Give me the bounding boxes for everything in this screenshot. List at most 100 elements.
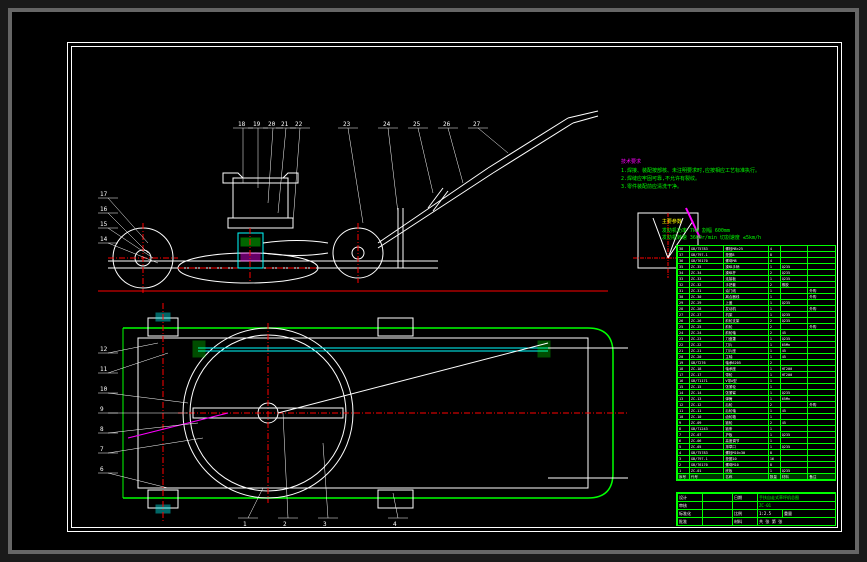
bom-cell: 1 — [768, 414, 780, 419]
bom-cell: 25 — [677, 324, 689, 329]
bom-cell: 1 — [768, 384, 780, 389]
bom-cell: 底板 — [723, 468, 767, 473]
bom-cell: 8 — [768, 252, 780, 257]
bom-cell: 24 — [677, 330, 689, 335]
bom-cell: 34 — [677, 270, 689, 275]
bom-cell: 刀片座 — [723, 348, 767, 353]
bom-cell: 螺母M10 — [723, 462, 767, 467]
bom-cell: 2 — [768, 360, 780, 365]
svg-text:7: 7 — [100, 446, 104, 453]
bom-cell: 10 — [677, 414, 689, 419]
bom-cell — [807, 354, 835, 359]
bom-cell: 6 — [677, 438, 689, 443]
bom-cell: 1 — [768, 342, 780, 347]
bom-cell: 2 — [677, 462, 689, 467]
bom-cell: ZC-15 — [689, 384, 724, 389]
tb-weight: 重量 — [782, 510, 835, 517]
tb-approve-label: 批准 — [677, 518, 702, 525]
bom-cell: 2 — [768, 402, 780, 407]
bom-cell: 8 — [768, 450, 780, 455]
bom-cell — [807, 432, 835, 437]
bom-cell — [807, 312, 835, 317]
bom-cell: 45 — [780, 354, 808, 359]
bom-cell: 螺母M8 — [723, 258, 767, 263]
tb-material: 材料 — [732, 518, 757, 525]
top-view — [123, 303, 628, 523]
bom-cell — [780, 306, 808, 311]
bom-cell: 1 — [768, 378, 780, 383]
bom-cell: 14 — [677, 390, 689, 395]
title-block: 设计 日期 手扶自走式草坪机总图 审核 ZC-01 标准化 比例 1:2.5 重… — [676, 492, 836, 526]
bom-cell — [807, 276, 835, 281]
tb-sheet: 共 张 第 张 — [757, 518, 835, 525]
bom-cell: ZC-01 — [689, 468, 724, 473]
notes-title: 技术要求 — [621, 158, 791, 165]
main-parameters: 主要参数 发动机功率 7kW 割幅 600mm 发动机转速 3600r/min … — [662, 218, 761, 241]
drawing-canvas[interactable]: 18 19 20 21 22 23 24 25 26 27 17 16 15 1… — [67, 42, 842, 532]
svg-text:21: 21 — [281, 121, 289, 128]
bom-cell: 橡胶 — [780, 282, 808, 287]
bom-cell: 1 — [768, 426, 780, 431]
bom-cell: 1 — [768, 372, 780, 377]
bom-cell: 油门线 — [723, 288, 767, 293]
bom-cell: 刀盘罩 — [723, 336, 767, 341]
bom-cell: 2 — [768, 270, 780, 275]
bom-cell — [807, 444, 835, 449]
bom-cell — [807, 468, 835, 473]
bom-cell: 7 — [677, 432, 689, 437]
bom-cell: 1 — [768, 306, 780, 311]
bom-cell: ZC-24 — [689, 330, 724, 335]
bom-cell: 18 — [677, 366, 689, 371]
bom-cell — [780, 360, 808, 365]
bom-cell: GB/T276 — [689, 360, 724, 365]
bom-cell: 1 — [768, 468, 780, 473]
bom-cell: ZC-26 — [689, 318, 724, 323]
bom-cell: GB/T97.1 — [689, 456, 724, 461]
bom-cell: 31 — [677, 288, 689, 293]
bom-cell: 弹簧 — [723, 396, 767, 401]
bom-cell — [780, 384, 808, 389]
bom-cell: ZC-22 — [689, 342, 724, 347]
bom-cell — [807, 450, 835, 455]
svg-text:16: 16 — [100, 206, 108, 213]
bom-cell — [780, 246, 808, 251]
bom-cell: 1 — [677, 468, 689, 473]
bom-cell: ZC-06 — [689, 438, 724, 443]
bom-cell: 垫圈10 — [723, 456, 767, 461]
bom-cell: 带轮 — [723, 372, 767, 377]
bom-cell: ZC-30 — [689, 294, 724, 299]
svg-text:11: 11 — [100, 366, 108, 373]
bom-cell: 1 — [768, 366, 780, 371]
bom-cell — [780, 426, 808, 431]
bom-cell: ZC-25 — [689, 324, 724, 329]
svg-text:2: 2 — [283, 521, 287, 528]
bom-cell: 1 — [768, 312, 780, 317]
bom-cell: ZC-13 — [689, 396, 724, 401]
bom-cell: 垫圈8 — [723, 252, 767, 257]
bom-cell — [807, 318, 835, 323]
bom-cell: ZC-09 — [689, 420, 724, 425]
leader-numbers: 18 19 20 21 22 23 24 25 26 27 17 16 15 1… — [100, 121, 481, 528]
drawing-name: 手扶自走式草坪机总图 — [757, 494, 835, 501]
bom-cell: 链轮 — [723, 420, 767, 425]
svg-text:18: 18 — [238, 121, 246, 128]
bom-cell — [807, 258, 835, 263]
bom-cell: 外购 — [807, 294, 835, 299]
bom-cell: 16 — [677, 378, 689, 383]
bom-cell: ZC-21 — [689, 348, 724, 353]
bom-cell — [780, 402, 808, 407]
bom-cell — [780, 252, 808, 257]
app-window: 18 19 20 21 22 23 24 25 26 27 17 16 15 1… — [8, 8, 859, 554]
tb-scale-val: 1:2.5 — [757, 510, 782, 517]
bom-cell: ZC-31 — [689, 288, 724, 293]
bom-cell — [780, 324, 808, 329]
bom-cell: 齿轮箱 — [723, 414, 767, 419]
bom-cell: 张紧轮 — [723, 384, 767, 389]
bom-cell: 连接板 — [723, 276, 767, 281]
svg-text:22: 22 — [295, 121, 303, 128]
bom-cell — [807, 408, 835, 413]
tb-date-label: 日期 — [732, 494, 757, 501]
bom-cell: 33 — [677, 276, 689, 281]
bom-cell: 1 — [768, 390, 780, 395]
bom-cell — [807, 270, 835, 275]
